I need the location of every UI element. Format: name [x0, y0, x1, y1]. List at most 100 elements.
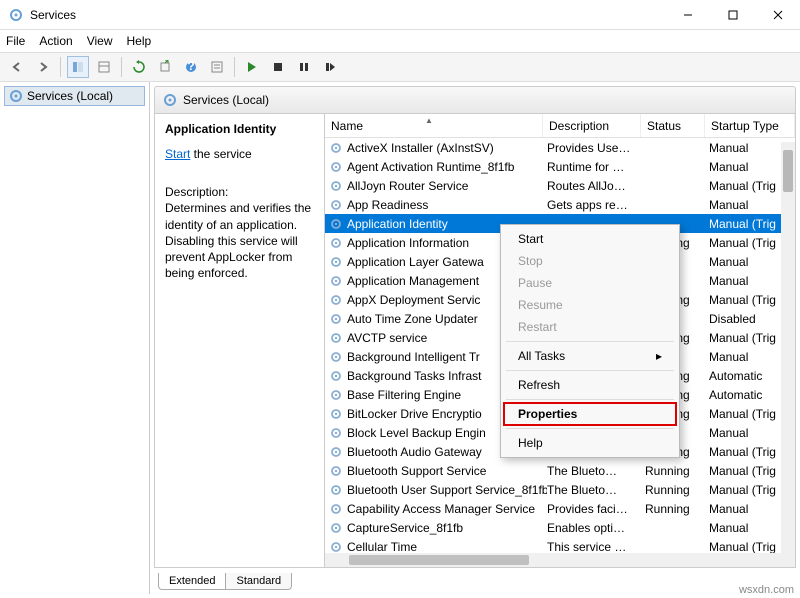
service-icon [329, 255, 343, 269]
view-tabs: Extended Standard [154, 568, 796, 590]
cell-description: Provides Use… [547, 141, 645, 155]
cell-description: Runtime for … [547, 160, 645, 174]
cell-description: The Blueto… [547, 464, 645, 478]
menu-file[interactable]: File [6, 34, 25, 48]
cell-description: Enables opti… [547, 521, 645, 535]
stop-service-button[interactable] [267, 56, 289, 78]
cell-status: Running [645, 502, 709, 516]
start-service-button[interactable] [241, 56, 263, 78]
table-row[interactable]: Capability Access Manager ServiceProvide… [325, 499, 795, 518]
main-pane: Services (Local) Application Identity St… [150, 82, 800, 594]
help-button[interactable]: ? [180, 56, 202, 78]
service-icon [329, 483, 343, 497]
cell-status: Running [645, 464, 709, 478]
restart-service-button[interactable] [319, 56, 341, 78]
ctx-restart: Restart [504, 316, 676, 338]
service-icon [329, 312, 343, 326]
service-icon [329, 274, 343, 288]
ctx-resume: Resume [504, 294, 676, 316]
table-row[interactable]: CaptureService_8f1fbEnables opti…Manual [325, 518, 795, 537]
ctx-all-tasks[interactable]: All Tasks▸ [504, 345, 676, 367]
detail-pane-button[interactable] [93, 56, 115, 78]
list-header: ▲ Name Description Status Startup Type [325, 114, 795, 138]
properties-button[interactable] [206, 56, 228, 78]
horizontal-scrollbar[interactable] [325, 553, 795, 567]
maximize-button[interactable] [710, 0, 755, 30]
svg-text:?: ? [187, 60, 194, 73]
cell-description: The Blueto… [547, 483, 645, 497]
close-button[interactable] [755, 0, 800, 30]
pause-service-button[interactable] [293, 56, 315, 78]
menu-action[interactable]: Action [39, 34, 72, 48]
table-row[interactable]: ActiveX Installer (AxInstSV)Provides Use… [325, 138, 795, 157]
context-menu: Start Stop Pause Resume Restart All Task… [500, 224, 680, 458]
export-button[interactable] [154, 56, 176, 78]
ctx-start[interactable]: Start [504, 228, 676, 250]
cell-name: Cellular Time [347, 540, 547, 554]
service-icon [329, 179, 343, 193]
minimize-button[interactable] [665, 0, 710, 30]
cell-description: Provides faci… [547, 502, 645, 516]
scrollbar-thumb[interactable] [783, 150, 793, 192]
forward-button[interactable] [32, 56, 54, 78]
watermark: wsxdn.com [739, 584, 794, 596]
table-row[interactable]: AllJoyn Router ServiceRoutes AllJo…Manua… [325, 176, 795, 195]
menu-view[interactable]: View [87, 34, 113, 48]
gear-icon [163, 93, 177, 107]
back-button[interactable] [6, 56, 28, 78]
main-header: Services (Local) [154, 86, 796, 114]
table-row[interactable]: Bluetooth Support ServiceThe Blueto…Runn… [325, 461, 795, 480]
ctx-properties[interactable]: Properties [504, 403, 676, 425]
column-status[interactable]: Status [641, 114, 705, 137]
service-icon [329, 502, 343, 516]
table-row[interactable]: Bluetooth User Support Service_8f1fbThe … [325, 480, 795, 499]
service-icon [329, 141, 343, 155]
service-icon [329, 236, 343, 250]
menu-bar: File Action View Help [0, 30, 800, 52]
ctx-refresh[interactable]: Refresh [504, 374, 676, 396]
detail-description: Determines and verifies the identity of … [165, 200, 314, 281]
service-icon [329, 540, 343, 554]
table-row[interactable]: Agent Activation Runtime_8f1fbRuntime fo… [325, 157, 795, 176]
menu-help[interactable]: Help [127, 34, 152, 48]
service-icon [329, 388, 343, 402]
sort-indicator-icon: ▲ [425, 116, 433, 125]
scrollbar-thumb[interactable] [349, 555, 529, 565]
tree-item-label: Services (Local) [27, 89, 113, 103]
toolbar: ? [0, 52, 800, 82]
detail-start-line: Start the service [165, 146, 314, 162]
cell-name: Agent Activation Runtime_8f1fb [347, 160, 547, 174]
tab-extended[interactable]: Extended [158, 573, 226, 590]
cell-name: Bluetooth Support Service [347, 464, 547, 478]
show-hide-tree-button[interactable] [67, 56, 89, 78]
title-bar: Services [0, 0, 800, 30]
chevron-right-icon: ▸ [656, 349, 662, 363]
cell-name: AllJoyn Router Service [347, 179, 547, 193]
column-startup-type[interactable]: Startup Type [705, 114, 795, 137]
cell-name: Bluetooth User Support Service_8f1fb [347, 483, 547, 497]
ctx-pause: Pause [504, 272, 676, 294]
refresh-button[interactable] [128, 56, 150, 78]
service-icon [329, 293, 343, 307]
service-icon [329, 464, 343, 478]
tab-standard[interactable]: Standard [226, 573, 292, 590]
tree-pane: Services (Local) [0, 82, 150, 594]
table-row[interactable]: App ReadinessGets apps re…Manual [325, 195, 795, 214]
service-icon [329, 445, 343, 459]
column-description[interactable]: Description [543, 114, 641, 137]
cell-name: Capability Access Manager Service [347, 502, 547, 516]
service-icon [329, 369, 343, 383]
vertical-scrollbar[interactable] [781, 142, 795, 567]
table-row[interactable]: Cellular TimeThis service …Manual (Trig [325, 537, 795, 553]
column-name[interactable]: Name [325, 114, 543, 137]
ctx-help[interactable]: Help [504, 432, 676, 454]
cell-description: Gets apps re… [547, 198, 645, 212]
main-header-label: Services (Local) [183, 93, 269, 107]
services-app-icon [8, 7, 24, 23]
service-icon [329, 350, 343, 364]
tree-item-services-local[interactable]: Services (Local) [4, 86, 145, 106]
window-title: Services [30, 8, 665, 22]
service-icon [329, 198, 343, 212]
start-service-link[interactable]: Start [165, 147, 190, 161]
cell-description: This service … [547, 540, 645, 554]
